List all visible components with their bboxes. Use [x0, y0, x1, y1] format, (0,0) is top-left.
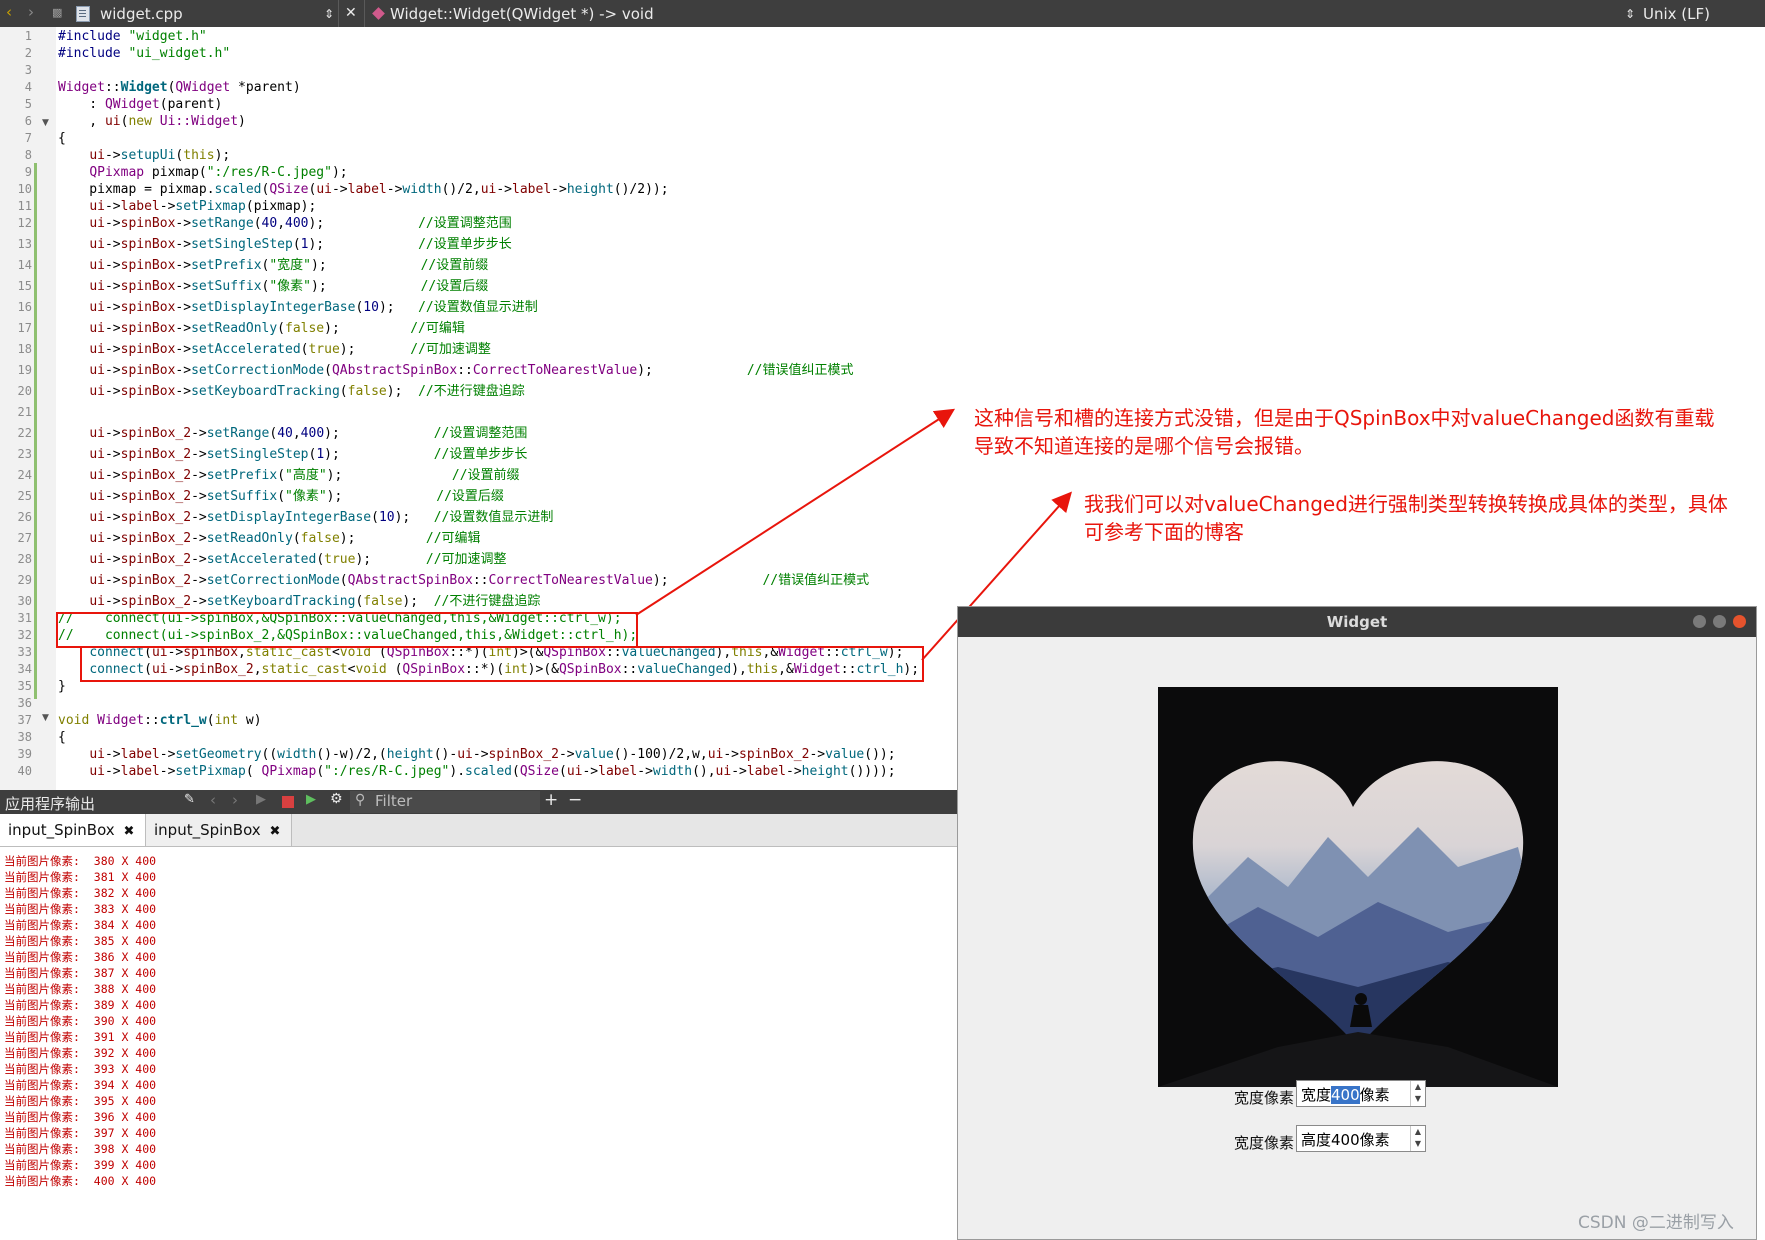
widget-app-window: Widget 宽度像素 宽度400像素 ▲ ▼ 宽度像素 高度400像素 ▲ ▼: [957, 606, 1757, 1240]
output-panel-title: 应用程序输出: [5, 795, 96, 813]
height-spinbox[interactable]: 高度400像素 ▲ ▼: [1296, 1125, 1426, 1152]
annotation-note1-line1: 这种信号和槽的连接方式没错，但是由于QSpinBox中对valueChanged…: [974, 406, 1715, 430]
width-spinbox-value[interactable]: 宽度400像素: [1301, 1084, 1390, 1105]
heart-cave-photo: [1158, 687, 1558, 1087]
filter-placeholder: Filter: [375, 792, 413, 810]
output-tabs: input_SpinBox ✖ input_SpinBox ✖: [0, 814, 958, 847]
spinbox-arrows-icon[interactable]: ▲ ▼: [1410, 1081, 1425, 1106]
height-spinbox-value[interactable]: 高度400像素: [1301, 1129, 1390, 1150]
prev-icon[interactable]: ‹: [210, 791, 216, 809]
arrow-to-note1: [635, 408, 956, 616]
annotation-note2-line2: 可参考下面的博客: [1084, 520, 1244, 544]
csdn-watermark: CSDN @二进制写入: [1578, 1213, 1734, 1233]
annotation-note2-line1: 我我们可以对valueChanged进行强制类型转换转换成具体的类型，具体: [1084, 492, 1728, 516]
image-content: [1158, 687, 1558, 1087]
window-title-bar[interactable]: Widget: [958, 607, 1756, 637]
tab-label: input_SpinBox: [154, 821, 261, 839]
add-icon[interactable]: +: [544, 790, 558, 810]
rerun-icon[interactable]: ▶: [306, 792, 316, 807]
output-toolbar: 应用程序输出 ✎ ‹ › ▶ ▶ ⚙ ⚲ Filter + −: [0, 790, 958, 814]
settings-gear-icon[interactable]: ⚙: [330, 791, 343, 807]
spinbox-arrows-icon[interactable]: ▲ ▼: [1410, 1126, 1425, 1151]
application-output-panel: 应用程序输出 ✎ ‹ › ▶ ▶ ⚙ ⚲ Filter + − input_Sp…: [0, 790, 958, 1240]
width-label: 宽度像素: [1234, 1089, 1295, 1107]
next-icon[interactable]: ›: [232, 791, 238, 809]
height-label: 宽度像素: [1234, 1134, 1295, 1152]
tab-input-spinbox-1[interactable]: input_SpinBox ✖: [0, 814, 146, 846]
close-window-icon[interactable]: [1733, 615, 1746, 628]
tab-input-spinbox-2[interactable]: input_SpinBox ✖: [146, 814, 292, 846]
close-tab-icon[interactable]: ✖: [123, 824, 134, 839]
minimize-panel-icon[interactable]: −: [568, 790, 582, 810]
minimize-window-icon[interactable]: [1693, 615, 1706, 628]
run-icon[interactable]: ▶: [256, 792, 266, 807]
maximize-window-icon[interactable]: [1713, 615, 1726, 628]
annotation-note1-line2: 导致不知道连接的是哪个信号会报错。: [974, 434, 1314, 458]
width-spinbox[interactable]: 宽度400像素 ▲ ▼: [1296, 1080, 1426, 1107]
filter-input[interactable]: ⚲ Filter: [350, 791, 540, 813]
close-tab-icon[interactable]: ✖: [269, 824, 280, 839]
stop-icon[interactable]: [282, 796, 294, 808]
clear-output-icon[interactable]: ✎: [184, 792, 195, 807]
search-icon: ⚲: [355, 792, 366, 808]
window-title: Widget: [1326, 613, 1388, 631]
output-line: 当前图片像素: 400 X 400: [4, 1174, 157, 1188]
tab-label: input_SpinBox: [8, 821, 115, 839]
